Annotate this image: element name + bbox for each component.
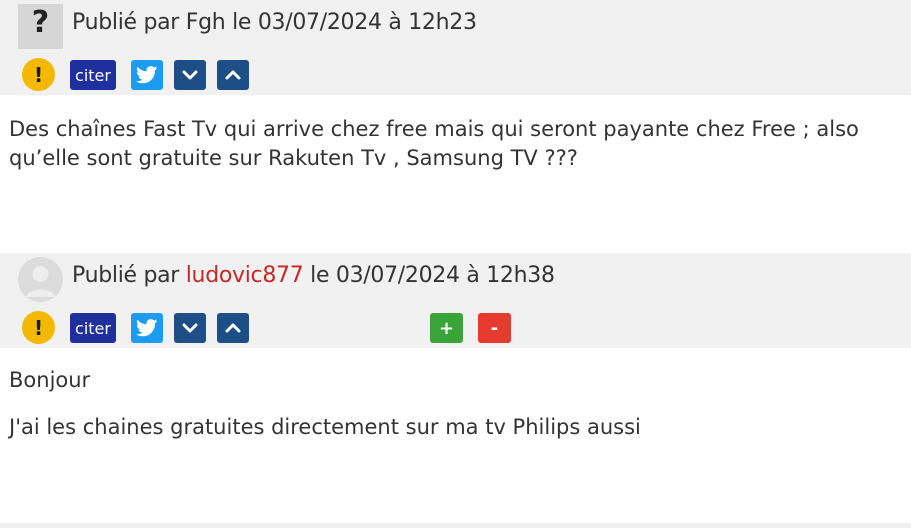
next-post-header-edge — [0, 523, 911, 528]
report-button[interactable]: ! — [22, 58, 55, 91]
byline-date: le 03/07/2024 à 12h23 — [225, 10, 477, 35]
quote-button-label: citer — [75, 318, 111, 338]
byline-prefix: Publié par — [72, 10, 186, 35]
post-byline: Publié par Fgh le 03/07/2024 à 12h23 — [72, 10, 477, 35]
comment-post: Publié par ludovic877 le 03/07/2024 à 12… — [0, 253, 911, 524]
post-paragraph: Des chaînes Fast Tv qui arrive chez free… — [9, 117, 859, 170]
author-name: Fgh — [185, 10, 226, 35]
share-twitter-button[interactable] — [131, 313, 163, 343]
chevron-down-icon — [182, 70, 198, 80]
twitter-icon — [136, 319, 158, 337]
chevron-up-icon — [225, 70, 241, 80]
quote-button-label: citer — [75, 65, 111, 85]
post-actions: ! citer — [0, 58, 911, 92]
post-body: Des chaînes Fast Tv qui arrive chez free… — [0, 95, 911, 253]
warning-icon: ! — [33, 62, 44, 87]
avatar: ? — [18, 4, 63, 49]
report-button[interactable]: ! — [22, 311, 55, 344]
twitter-icon — [136, 66, 158, 84]
byline-prefix: Publié par — [72, 263, 186, 288]
quote-button[interactable]: citer — [70, 60, 116, 90]
avatar — [18, 257, 63, 302]
minus-icon: - — [490, 317, 499, 339]
warning-icon: ! — [33, 315, 44, 340]
next-comment-button[interactable] — [174, 313, 206, 343]
post-paragraph: J'ai les chaines gratuites directement s… — [9, 415, 641, 439]
previous-comment-button[interactable] — [217, 60, 249, 90]
chevron-up-icon — [225, 323, 241, 333]
share-twitter-button[interactable] — [131, 60, 163, 90]
upvote-button[interactable]: + — [430, 313, 463, 343]
post-header: Publié par ludovic877 le 03/07/2024 à 12… — [0, 253, 911, 348]
post-header: ? Publié par Fgh le 03/07/2024 à 12h23 !… — [0, 0, 911, 95]
post-body: Bonjour J'ai les chaines gratuites direc… — [0, 348, 911, 524]
post-paragraph: Bonjour — [9, 368, 91, 392]
comment-post: ? Publié par Fgh le 03/07/2024 à 12h23 !… — [0, 0, 911, 253]
post-actions: ! citer + - — [0, 311, 911, 345]
quote-button[interactable]: citer — [70, 313, 116, 343]
previous-comment-button[interactable] — [217, 313, 249, 343]
unknown-user-icon: ? — [31, 4, 50, 40]
byline-date: le 03/07/2024 à 12h38 — [303, 263, 555, 288]
author-link[interactable]: ludovic877 — [186, 263, 304, 288]
post-byline: Publié par ludovic877 le 03/07/2024 à 12… — [72, 263, 555, 288]
chevron-down-icon — [182, 323, 198, 333]
default-user-icon — [18, 257, 63, 302]
plus-icon: + — [438, 317, 455, 339]
next-comment-button[interactable] — [174, 60, 206, 90]
downvote-button[interactable]: - — [478, 313, 511, 343]
